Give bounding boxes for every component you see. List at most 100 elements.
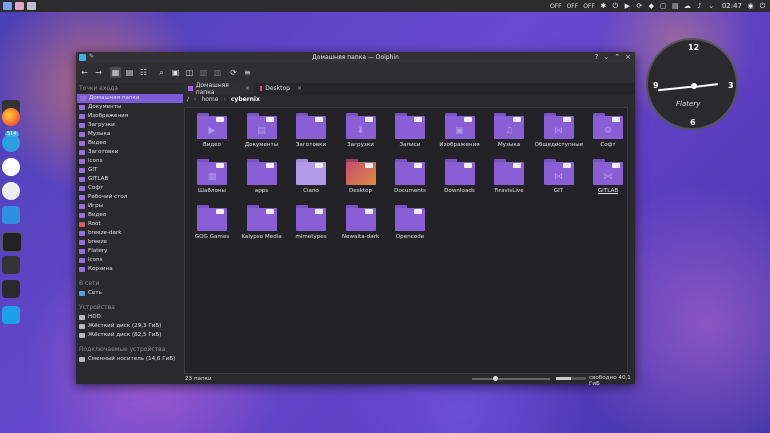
folder-item[interactable]: Kalypso Media — [238, 203, 286, 248]
folder-item[interactable]: Opencode — [386, 203, 434, 248]
sidebar-item-pictures[interactable]: Изображения — [76, 112, 183, 121]
store-icon[interactable] — [2, 306, 20, 324]
zoom-slider-handle[interactable] — [493, 376, 499, 381]
close-icon[interactable]: × — [297, 85, 302, 92]
sidebar-item-flatery[interactable]: Flatery — [76, 247, 183, 256]
titlebar[interactable]: ✎ Домашняя папка — Dolphin ? ⌄ ⌃ × — [76, 52, 635, 63]
mixer-icon[interactable] — [2, 280, 20, 298]
trash-icon[interactable]: ▥ — [212, 67, 223, 78]
back-arrow-icon[interactable]: ← — [79, 67, 90, 78]
sidebar-item-icons-2[interactable]: icons — [76, 256, 183, 265]
sidebar-item-disk-29[interactable]: Жёсткий диск (29,3 ГиБ) — [76, 322, 183, 331]
sidebar-item-templates[interactable]: Заготовки — [76, 148, 183, 157]
folder-item[interactable]: ⋈ GITLAB — [584, 157, 632, 202]
forward-arrow-icon[interactable]: → — [93, 67, 104, 78]
sidebar-item-removable[interactable]: Сменный носитель (14,6 ГиБ) — [76, 355, 183, 364]
tab-desktop[interactable]: Desktop × — [256, 83, 306, 94]
folder-item[interactable]: FiravisLive — [485, 157, 533, 202]
zoom-slider[interactable] — [472, 376, 550, 381]
shield-icon[interactable]: ◆ — [648, 2, 655, 10]
sidebar-item-soft[interactable]: Софт — [76, 184, 183, 193]
breadcrumb-root[interactable]: / — [187, 96, 189, 103]
folder-item[interactable]: ▤ Документы — [238, 111, 286, 156]
sidebar-item-home[interactable]: Домашняя папка — [77, 94, 183, 103]
sidebar-item-root[interactable]: Root — [76, 220, 183, 229]
folder-item[interactable]: Заготовки — [287, 111, 335, 156]
sync-icon[interactable]: ⟳ — [636, 2, 643, 10]
file-view[interactable]: ▶ Видео ▤ Документы Заготовки ⬇ Загрузки Записи… — [184, 107, 628, 374]
folder-item[interactable]: Newaita-dark — [337, 203, 385, 248]
breadcrumb-user[interactable]: cybernix — [231, 96, 260, 103]
folder-item[interactable]: ⋈ Общедоступные — [535, 111, 583, 156]
sidebar-item-disk-82[interactable]: Жёсткий диск (82,5 ГиБ) — [76, 331, 183, 340]
screen-icon[interactable]: ▢ — [660, 2, 667, 10]
folder-item[interactable]: ▶ Видео — [188, 111, 236, 156]
copy-icon[interactable]: ▥ — [198, 67, 209, 78]
folder-item[interactable]: Downloads — [436, 157, 484, 202]
folder-item[interactable]: Documents — [386, 157, 434, 202]
play-icon[interactable]: ▶ — [624, 2, 631, 10]
maximize-button[interactable]: ⌃ — [614, 53, 620, 61]
folder-item[interactable]: mimetypes — [287, 203, 335, 248]
sidebar-item-gitlab[interactable]: GITLAB — [76, 175, 183, 184]
sidebar-item-videos[interactable]: Видео — [76, 139, 183, 148]
search-icon[interactable]: ⌕ — [156, 67, 167, 78]
compact-view-icon[interactable]: ▤ — [124, 67, 135, 78]
folder-item[interactable]: Ciano — [287, 157, 335, 202]
tab-home[interactable]: Домашняя папка × — [184, 82, 254, 96]
details-view-icon[interactable]: ☷ — [138, 67, 149, 78]
hamburger-menu-icon[interactable]: ≡ — [242, 67, 253, 78]
folder-item[interactable]: Desktop — [337, 157, 385, 202]
off-indicator-1[interactable]: OFF — [550, 3, 562, 10]
folder-item[interactable]: ▦ Шаблоны — [188, 157, 236, 202]
off-indicator-2[interactable]: OFF — [567, 3, 579, 10]
clipboard-icon[interactable]: ▤ — [672, 2, 679, 10]
sidebar-item-git[interactable]: GIT — [76, 166, 183, 175]
folder-item[interactable]: GOG Games — [188, 203, 236, 248]
chevron-down-icon[interactable]: ⌄ — [708, 2, 715, 10]
sidebar-item-network[interactable]: Сеть — [76, 289, 183, 298]
sidebar-item-desktop[interactable]: Рабочий стол — [76, 193, 183, 202]
logout-icon[interactable]: ⏻ — [759, 2, 766, 10]
folder-item[interactable]: ⬇ Загрузки — [337, 111, 385, 156]
weather-icon[interactable]: ☁ — [684, 2, 691, 10]
minimize-button[interactable]: ⌄ — [603, 53, 609, 61]
app-menu-icon[interactable] — [3, 2, 12, 10]
preview-icon[interactable]: ▣ — [170, 67, 181, 78]
volume-icon[interactable]: ♪ — [696, 2, 703, 10]
sidebar-item-trash[interactable]: Корзина — [76, 265, 183, 274]
sidebar-item-music[interactable]: Музыка — [76, 130, 183, 139]
user-icon[interactable]: ◉ — [747, 2, 754, 10]
folder-item[interactable]: apps — [238, 157, 286, 202]
sidebar-item-breeze-dark[interactable]: breeze-dark — [76, 229, 183, 238]
panel-clock[interactable]: 02:47 — [722, 2, 742, 10]
sidebar-item-icons[interactable]: icons — [76, 157, 183, 166]
folder-item[interactable]: Записи — [386, 111, 434, 156]
breadcrumb-home[interactable]: home — [201, 96, 218, 103]
firefox-icon[interactable] — [2, 108, 20, 126]
terminal-icon[interactable] — [2, 232, 22, 252]
off-indicator-3[interactable]: OFF — [583, 3, 595, 10]
aperture-icon[interactable] — [2, 182, 20, 200]
files-icon[interactable] — [2, 206, 20, 224]
power-icon[interactable]: ⏻ — [612, 2, 619, 10]
close-button[interactable]: × — [625, 53, 631, 61]
sidebar-item-downloads[interactable]: Загрузки — [76, 121, 183, 130]
bluetooth-icon[interactable]: ✱ — [600, 2, 607, 10]
folder-item[interactable]: ⚙ Софт — [584, 111, 632, 156]
reload-icon[interactable]: ⟳ — [228, 67, 239, 78]
analog-clock-widget[interactable]: 12 3 6 9 Flatery — [646, 38, 738, 130]
music-player-icon[interactable] — [2, 158, 20, 176]
help-button[interactable]: ? — [595, 53, 599, 61]
sidebar-item-hdd[interactable]: HDD — [76, 313, 183, 322]
close-icon[interactable]: × — [245, 85, 250, 92]
sidebar-item-breeze[interactable]: breeze — [76, 238, 183, 247]
sidebar-item-games[interactable]: Игры — [76, 202, 183, 211]
system-monitor-icon[interactable] — [2, 256, 20, 274]
window-task-icon[interactable] — [15, 2, 24, 10]
folder-item[interactable]: ⋈ GIT — [535, 157, 583, 202]
sidebar-item-documents[interactable]: Документы — [76, 103, 183, 112]
sidebar-item-videos-2[interactable]: Видео — [76, 211, 183, 220]
folder-item[interactable]: ♫ Музыка — [485, 111, 533, 156]
split-view-icon[interactable]: ◫ — [184, 67, 195, 78]
